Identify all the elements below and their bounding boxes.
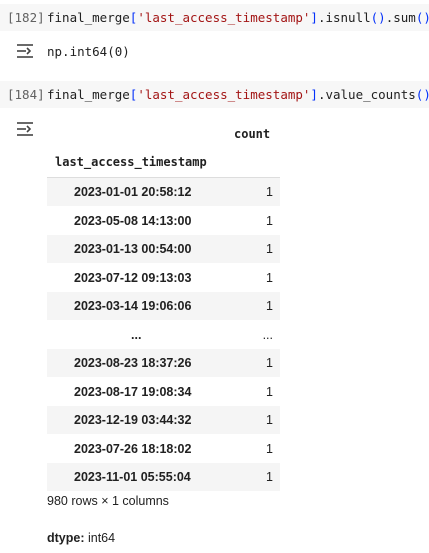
code-line[interactable]: final_merge['last_access_timestamp'].val… [47,87,429,102]
code-token: () [415,10,429,25]
row-index: 2023-05-08 14:13:00 [74,213,192,228]
table-row: 2023-03-14 19:06:06 1 [47,292,280,320]
row-index: 2023-07-26 18:18:02 [74,441,192,456]
index-header: last_access_timestamp [55,155,207,169]
table-row: 2023-12-19 03:44:32 1 [47,406,280,434]
dtype-value: int64 [87,531,116,545]
code-token: ] [310,87,318,102]
table-row: 2023-01-01 20:58:12 1 [47,178,280,206]
row-index: 2023-01-13 00:54:00 [74,242,192,256]
code-token: .isnull [317,10,371,25]
row-count: 1 [266,441,273,456]
row-index: 2023-11-01 05:55:04 [74,470,191,484]
row-count: 1 [266,213,273,228]
dtype-line: dtype: int64 [47,531,115,545]
table-row: 2023-05-08 14:13:00 1 [47,207,280,235]
row-count: 1 [266,470,273,484]
row-index: 2023-08-17 19:08:34 [74,384,192,399]
table-row: 2023-08-23 18:37:26 1 [47,349,280,377]
code-line[interactable]: final_merge['last_access_timestamp'].isn… [47,10,429,25]
table-row: 2023-11-01 05:55:04 1 [47,463,280,491]
code-token: .value_counts [317,87,416,102]
code-string: 'last_access_timestamp' [137,10,311,25]
row-count: 1 [266,299,273,313]
code-token: () [370,10,386,25]
row-index: 2023-08-23 18:37:26 [74,356,192,370]
column-header-count: count [234,127,271,141]
row-count: 1 [266,270,273,285]
table-row: 2023-08-17 19:08:34 1 [47,378,280,406]
row-count: 1 [266,384,273,399]
table-row: 2023-07-12 09:13:03 1 [47,264,280,292]
code-string: 'last_access_timestamp' [137,87,311,102]
code-token: final_merge [47,87,130,102]
execution-count: [182] [7,10,45,25]
table-row: ...... [47,321,280,349]
row-index: 2023-07-12 09:13:03 [74,270,192,285]
code-token: () [415,87,429,102]
code-token: final_merge [47,10,130,25]
row-count: ... [262,327,273,342]
output-toggle-icon[interactable] [15,42,35,60]
shape-text: 980 rows × 1 columns [47,494,169,508]
table-row: 2023-01-13 00:54:00 1 [47,235,280,263]
row-index: ... [131,327,142,342]
code-token: .sum [385,10,416,25]
row-index: 2023-01-01 20:58:12 [74,185,192,199]
execution-count: [184] [7,87,45,102]
row-count: 1 [266,356,273,370]
row-count: 1 [266,413,273,427]
output-toggle-icon[interactable] [15,120,35,138]
row-index: 2023-12-19 03:44:32 [74,413,192,427]
row-count: 1 [266,185,273,199]
row-count: 1 [266,242,273,256]
row-index: 2023-03-14 19:06:06 [74,299,192,313]
code-token: ] [310,10,318,25]
dtype-label: dtype: [47,531,85,545]
output-text: np.int64(0) [47,44,130,59]
table-row: 2023-07-26 18:18:02 1 [47,435,280,463]
